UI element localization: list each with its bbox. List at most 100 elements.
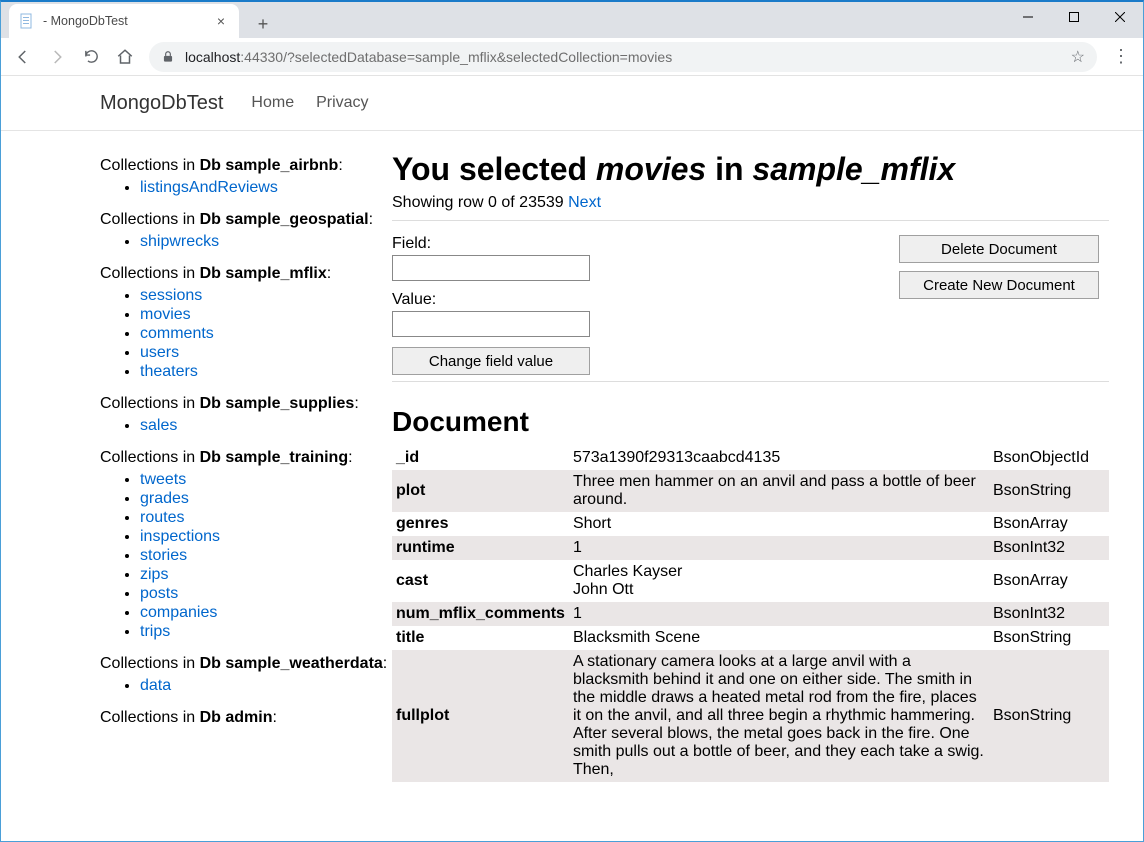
- site-navbar: MongoDbTest Home Privacy: [1, 76, 1143, 131]
- doc-key: plot: [392, 470, 569, 512]
- collection-item: stories: [140, 547, 392, 565]
- nav-link-home[interactable]: Home: [251, 94, 294, 111]
- collection-link[interactable]: sales: [140, 417, 177, 434]
- delete-document-button[interactable]: Delete Document: [899, 235, 1099, 263]
- collection-link[interactable]: comments: [140, 325, 214, 342]
- sidebar-collections: Collections in Db sample_airbnb: listings…: [100, 143, 392, 782]
- tab-title: - MongoDbTest: [43, 14, 128, 28]
- collection-link[interactable]: users: [140, 344, 179, 361]
- collection-item: shipwrecks: [140, 233, 392, 251]
- db-heading: Collections in Db sample_weatherdata:: [100, 655, 392, 673]
- doc-row: titleBlacksmith SceneBsonString: [392, 626, 1109, 650]
- collection-link[interactable]: movies: [140, 306, 191, 323]
- pager-text: Showing row 0 of 23539 Next: [392, 194, 1109, 212]
- db-heading: Collections in Db sample_mflix:: [100, 265, 392, 283]
- change-field-value-button[interactable]: Change field value: [392, 347, 590, 375]
- doc-type: BsonString: [989, 650, 1109, 782]
- doc-type: BsonObjectId: [989, 446, 1109, 470]
- back-button[interactable]: [7, 41, 39, 73]
- collection-link[interactable]: posts: [140, 585, 178, 602]
- doc-value: Charles KayserJohn Ott: [569, 560, 989, 602]
- lock-icon: [161, 50, 175, 64]
- doc-type: BsonArray: [989, 560, 1109, 602]
- window-minimize-button[interactable]: [1005, 2, 1051, 32]
- collection-link[interactable]: routes: [140, 509, 184, 526]
- doc-row: _id573a1390f29313caabcd4135BsonObjectId: [392, 446, 1109, 470]
- doc-row: plotThree men hammer on an anvil and pas…: [392, 470, 1109, 512]
- db-heading: Collections in Db sample_training:: [100, 449, 392, 467]
- doc-type: BsonString: [989, 626, 1109, 650]
- document-heading: Document: [392, 406, 1109, 438]
- doc-value: Blacksmith Scene: [569, 626, 989, 650]
- forward-button[interactable]: [41, 41, 73, 73]
- collection-item: data: [140, 677, 392, 695]
- db-heading: Collections in Db sample_airbnb:: [100, 157, 392, 175]
- window-maximize-button[interactable]: [1051, 2, 1097, 32]
- collection-item: comments: [140, 325, 392, 343]
- doc-key: genres: [392, 512, 569, 536]
- home-button[interactable]: [109, 41, 141, 73]
- collection-link[interactable]: stories: [140, 547, 187, 564]
- window-close-button[interactable]: [1097, 2, 1143, 32]
- collection-item: trips: [140, 623, 392, 641]
- collection-link[interactable]: listingsAndReviews: [140, 179, 278, 196]
- collection-link[interactable]: data: [140, 677, 171, 694]
- collection-link[interactable]: theaters: [140, 363, 198, 380]
- collection-link[interactable]: inspections: [140, 528, 220, 545]
- db-heading: Collections in Db admin:: [100, 709, 392, 727]
- collection-item: tweets: [140, 471, 392, 489]
- db-heading: Collections in Db sample_supplies:: [100, 395, 392, 413]
- new-tab-button[interactable]: +: [249, 10, 277, 38]
- url-path: /?selectedDatabase=sample_mflix&selected…: [283, 49, 672, 65]
- collection-link[interactable]: tweets: [140, 471, 186, 488]
- collection-link[interactable]: companies: [140, 604, 217, 621]
- tab-close-icon[interactable]: ×: [213, 13, 229, 29]
- doc-row: fullplotA stationary camera looks at a l…: [392, 650, 1109, 782]
- doc-value: Short: [569, 512, 989, 536]
- collection-item: movies: [140, 306, 392, 324]
- doc-value: 1: [569, 536, 989, 560]
- collection-item: routes: [140, 509, 392, 527]
- collection-item: users: [140, 344, 392, 362]
- collection-link[interactable]: trips: [140, 623, 170, 640]
- field-input[interactable]: [392, 255, 590, 281]
- doc-value: A stationary camera looks at a large anv…: [569, 650, 989, 782]
- doc-key: fullplot: [392, 650, 569, 782]
- nav-link-privacy[interactable]: Privacy: [316, 94, 368, 111]
- pager-next-link[interactable]: Next: [568, 194, 601, 211]
- divider: [392, 381, 1109, 382]
- doc-key: _id: [392, 446, 569, 470]
- site-brand[interactable]: MongoDbTest: [100, 92, 223, 115]
- value-input[interactable]: [392, 311, 590, 337]
- collection-item: posts: [140, 585, 392, 603]
- doc-type: BsonString: [989, 470, 1109, 512]
- doc-type: BsonInt32: [989, 536, 1109, 560]
- browser-toolbar: localhost:44330/?selectedDatabase=sample…: [1, 38, 1143, 76]
- doc-value: Three men hammer on an anvil and pass a …: [569, 470, 989, 512]
- document-table: _id573a1390f29313caabcd4135BsonObjectIdp…: [392, 446, 1109, 782]
- doc-key: cast: [392, 560, 569, 602]
- create-document-button[interactable]: Create New Document: [899, 271, 1099, 299]
- doc-key: runtime: [392, 536, 569, 560]
- browser-tab[interactable]: - MongoDbTest ×: [9, 4, 239, 38]
- collection-item: sales: [140, 417, 392, 435]
- doc-value: 1: [569, 602, 989, 626]
- page-scroll-area[interactable]: MongoDbTest Home Privacy Collections in D…: [1, 76, 1143, 841]
- doc-type: BsonArray: [989, 512, 1109, 536]
- browser-tab-strip: - MongoDbTest × +: [1, 2, 1143, 38]
- collection-link[interactable]: sessions: [140, 287, 202, 304]
- collection-link[interactable]: shipwrecks: [140, 233, 219, 250]
- collection-item: theaters: [140, 363, 392, 381]
- browser-menu-button[interactable]: ⋮: [1105, 41, 1137, 73]
- collection-link[interactable]: zips: [140, 566, 168, 583]
- collection-item: sessions: [140, 287, 392, 305]
- main-panel: You selected movies in sample_mflix Show…: [392, 143, 1143, 782]
- reload-button[interactable]: [75, 41, 107, 73]
- bookmark-star-icon[interactable]: ☆: [1071, 47, 1085, 67]
- doc-type: BsonInt32: [989, 602, 1109, 626]
- collection-link[interactable]: grades: [140, 490, 189, 507]
- address-bar[interactable]: localhost:44330/?selectedDatabase=sample…: [149, 42, 1097, 72]
- doc-row: num_mflix_comments1BsonInt32: [392, 602, 1109, 626]
- collection-item: grades: [140, 490, 392, 508]
- selection-heading: You selected movies in sample_mflix: [392, 151, 1109, 188]
